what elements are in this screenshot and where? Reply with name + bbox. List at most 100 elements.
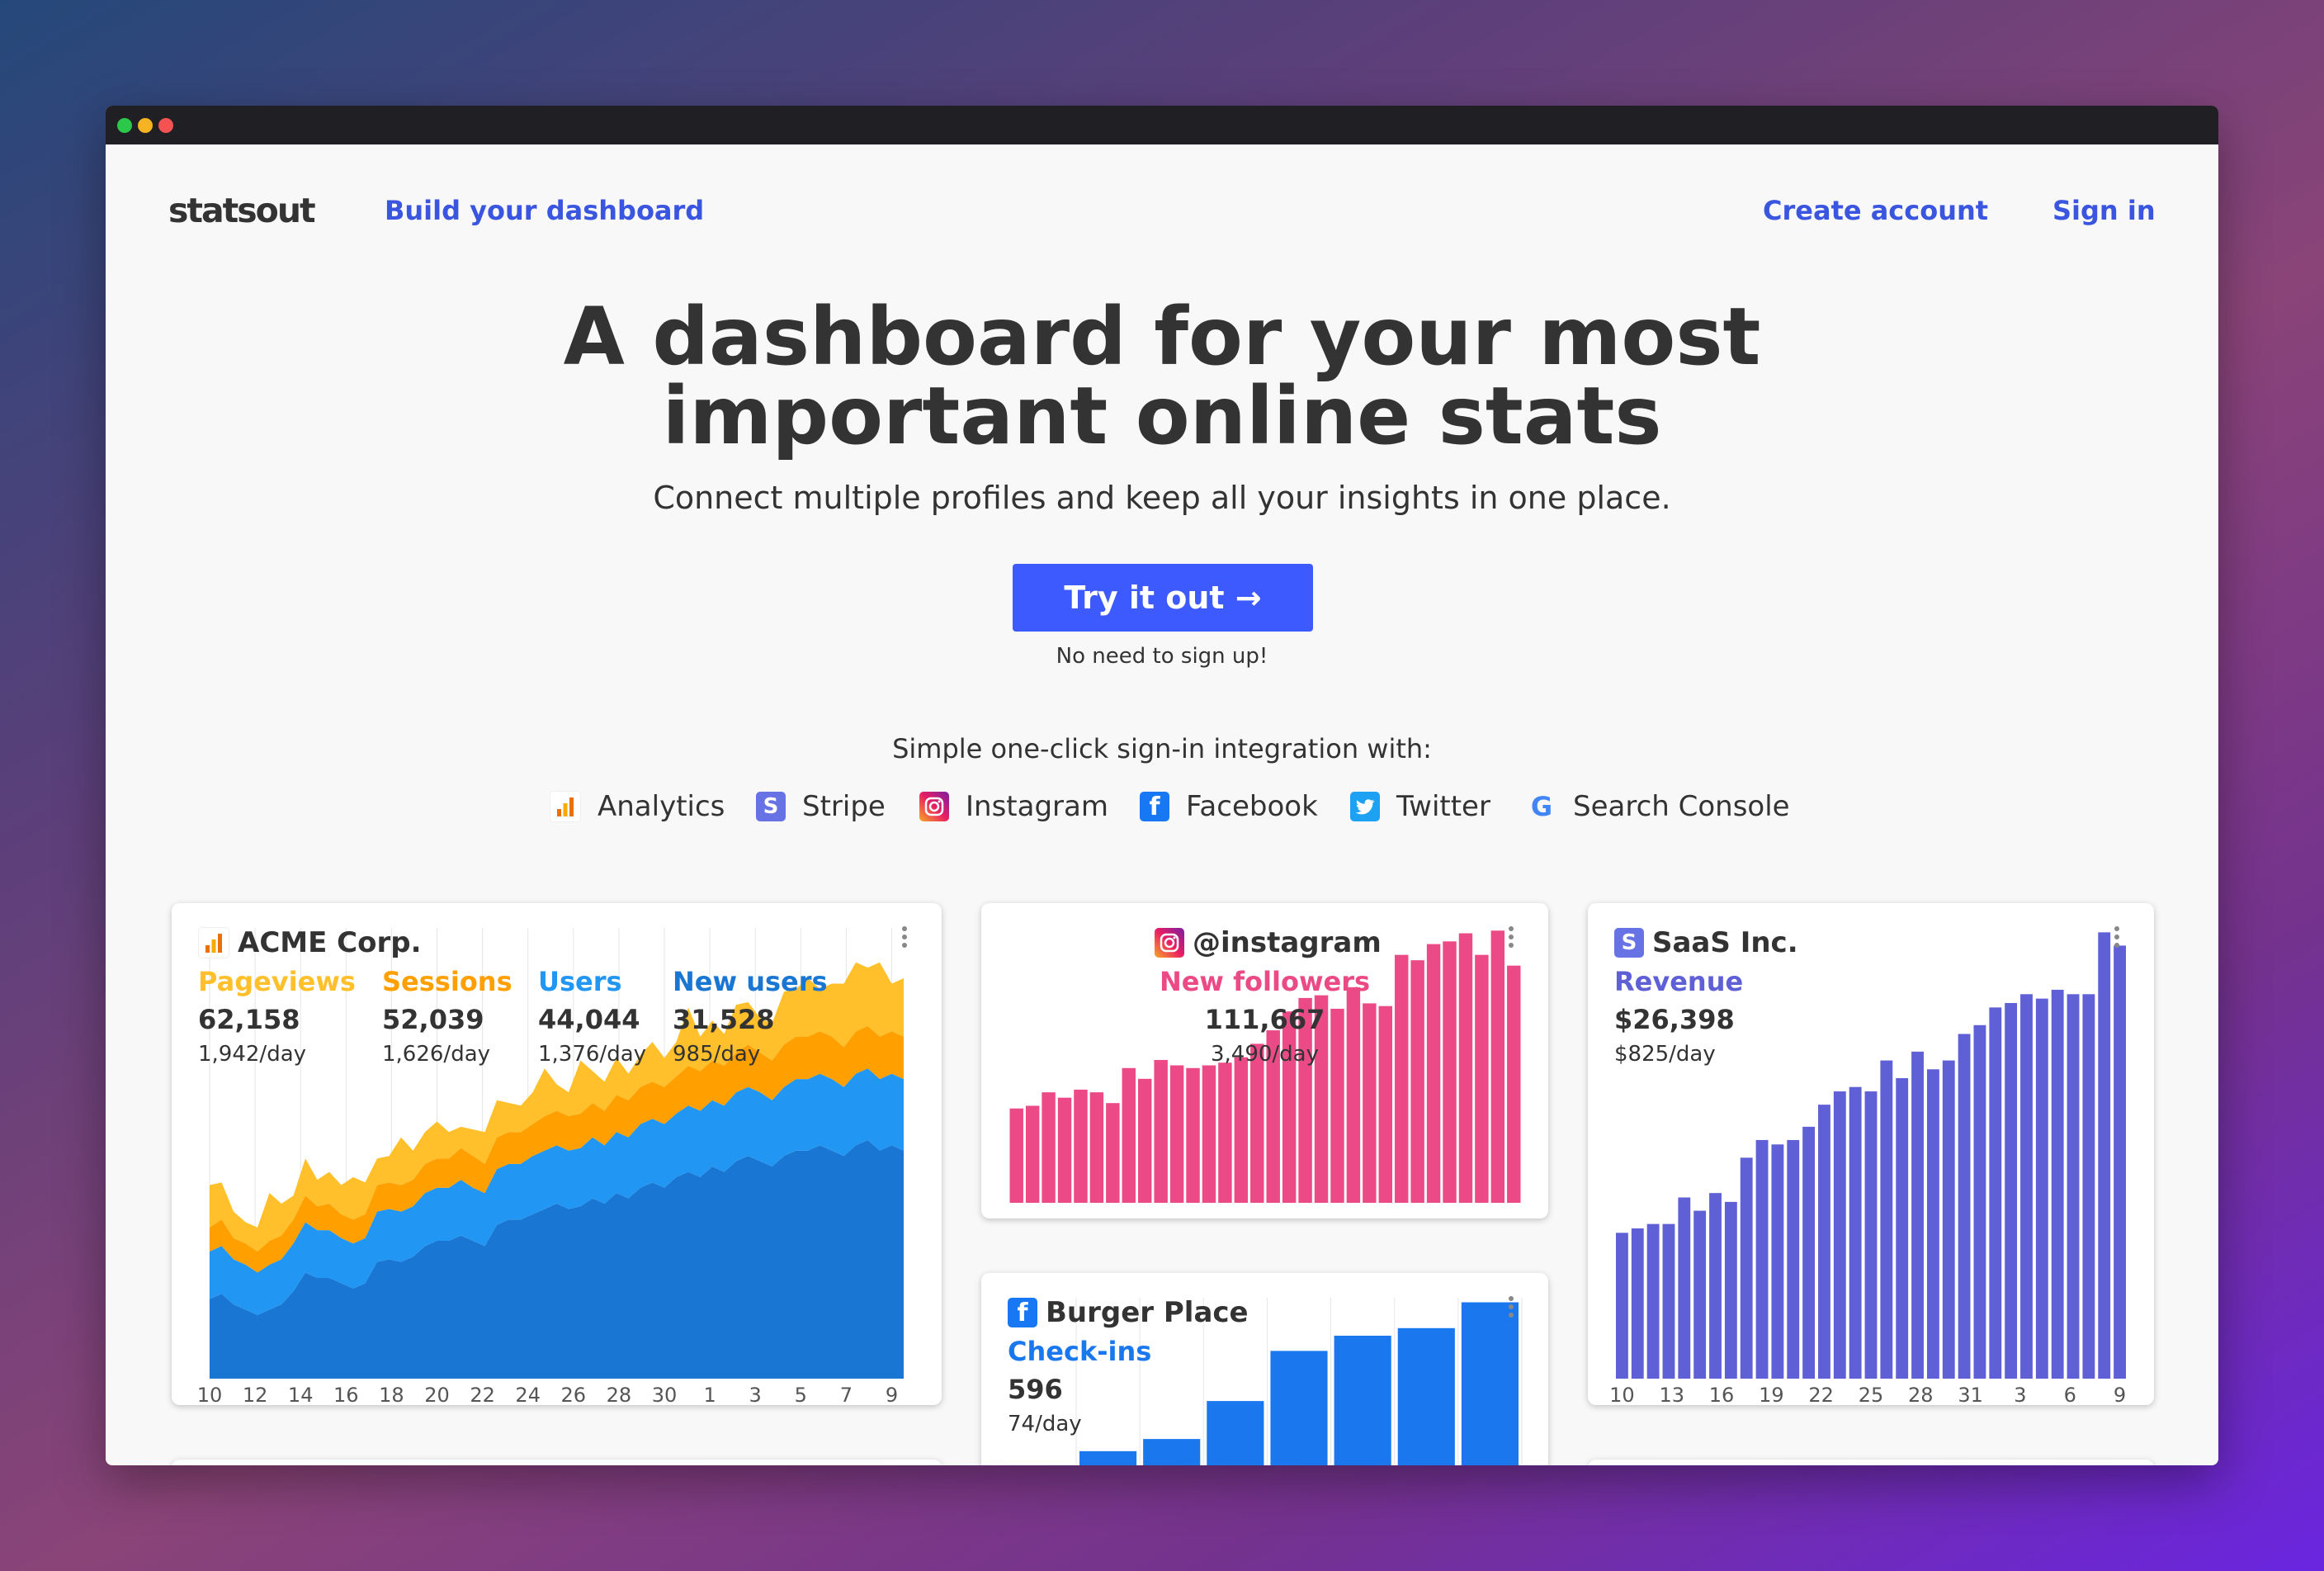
acme-card-menu[interactable]	[902, 926, 909, 951]
saas-bar	[1616, 1233, 1628, 1379]
saas-bar	[2114, 945, 2126, 1379]
saas-title-text: SaaS Inc.	[1652, 926, 1798, 959]
integration-label: Instagram	[966, 790, 1108, 823]
saas-card-menu[interactable]	[2114, 926, 2121, 951]
saas-bar	[1709, 1193, 1722, 1379]
no-signup-note: No need to sign up!	[1056, 644, 1268, 669]
saas-bar	[1880, 1060, 1893, 1379]
build-dashboard-link[interactable]: Build your dashboard	[385, 195, 704, 226]
metric-value: 111,667	[1204, 1004, 1325, 1035]
burger-card-title: f Burger Place	[1008, 1296, 1249, 1329]
saas-bar	[1849, 1086, 1862, 1379]
metric-label: Pageviews	[198, 966, 356, 997]
logo[interactable]: statsout	[168, 191, 316, 230]
saas-bar	[2005, 1003, 2018, 1379]
saas-card[interactable]: 10 13 16 19 22 25 28 31 3 6 9 S SaaS Inc. Revenue …	[1588, 903, 2154, 1405]
create-account-link[interactable]: Create account	[1763, 195, 1988, 226]
saas-bar	[2020, 994, 2033, 1379]
burger-bar	[1334, 1336, 1391, 1465]
acme-x-tick-label: 12	[243, 1384, 268, 1405]
metric-rate: 985/day	[673, 1042, 761, 1067]
integration-label: Search Console	[1573, 790, 1790, 823]
saas-x-tick-label: 13	[1659, 1384, 1684, 1405]
instagram-bar	[1074, 1089, 1088, 1203]
metric-rate: 3,490/day	[1210, 1042, 1319, 1067]
stripe-icon: S	[756, 792, 786, 821]
saas-bar	[1755, 1139, 1769, 1379]
hero-subtitle: Connect multiple profiles and keep all y…	[653, 480, 1671, 516]
instagram-bar	[1234, 1057, 1249, 1203]
burger-bar	[1270, 1351, 1328, 1465]
instagram-bar	[1122, 1067, 1136, 1203]
stripe-icon: S	[1614, 928, 1644, 958]
top-navigation: statsout Build your dashboard Create acc…	[106, 144, 2218, 265]
integration-search-console: G Search Console	[1527, 788, 1790, 826]
saas-bar	[1662, 1223, 1675, 1379]
instagram-bar	[1025, 1105, 1040, 1203]
acme-x-tick-label: 10	[197, 1384, 223, 1405]
hero-title-line-2: important online stats	[662, 370, 1662, 462]
google-icon: G	[1530, 791, 1553, 822]
analytics-icon	[550, 791, 581, 822]
twitter-icon	[1350, 792, 1380, 821]
try-it-out-button[interactable]: Try it out →	[1013, 564, 1313, 632]
burger-title-text: Burger Place	[1046, 1296, 1249, 1329]
acme-x-tick-label: 16	[333, 1384, 359, 1405]
sign-in-link[interactable]: Sign in	[2052, 195, 2156, 226]
saas-bar	[1896, 1078, 1909, 1379]
partial-card-bottom-left	[172, 1460, 942, 1465]
instagram-bar	[1138, 1078, 1152, 1203]
burger-bar	[1143, 1439, 1201, 1465]
metric-value: $26,398	[1614, 1004, 1735, 1035]
saas-bar	[1771, 1144, 1784, 1379]
saas-x-tick-label: 9	[2114, 1384, 2126, 1405]
instagram-card-menu[interactable]	[1509, 926, 1515, 951]
metric-value: 52,039	[382, 1004, 484, 1035]
facebook-icon: f	[1140, 792, 1169, 821]
integration-label: Analytics	[598, 790, 725, 823]
acme-metric-pageviews: Pageviews 62,158 1,942/day	[198, 966, 356, 1067]
instagram-icon	[1155, 928, 1184, 958]
saas-x-tick-label: 28	[1908, 1384, 1934, 1405]
metric-value: 62,158	[198, 1004, 300, 1035]
saas-x-tick-label: 22	[1808, 1384, 1834, 1405]
saas-x-tick-label: 16	[1709, 1384, 1735, 1405]
analytics-icon	[198, 927, 229, 958]
instagram-bar	[1169, 1065, 1184, 1203]
instagram-bar	[1009, 1108, 1023, 1203]
metric-value: 44,044	[538, 1004, 640, 1035]
saas-bar	[1724, 1201, 1737, 1379]
maximize-window-dot[interactable]	[117, 118, 132, 133]
metric-rate: 1,626/day	[382, 1042, 491, 1067]
metric-value: 31,528	[673, 1004, 775, 1035]
saas-bar	[1678, 1197, 1691, 1379]
acme-metric-sessions: Sessions 52,039 1,626/day	[382, 966, 513, 1067]
acme-x-tick-label: 26	[561, 1384, 587, 1405]
burger-bar	[1207, 1401, 1264, 1465]
instagram-bar	[1154, 1059, 1168, 1203]
instagram-bar	[1250, 1043, 1264, 1203]
saas-bar	[1787, 1139, 1800, 1379]
burger-bar	[1461, 1302, 1519, 1465]
saas-card-title: S SaaS Inc.	[1614, 926, 1798, 959]
saas-bar	[1693, 1210, 1707, 1379]
acme-metric-users: Users 44,044 1,376/day	[538, 966, 646, 1067]
burger-bar	[1079, 1450, 1137, 1465]
integration-analytics: Analytics	[550, 788, 725, 826]
metric-rate: 1,942/day	[198, 1042, 307, 1067]
acme-title-text: ACME Corp.	[238, 926, 422, 959]
metric-rate: $825/day	[1614, 1042, 1716, 1067]
instagram-card[interactable]: @instagram New followers 111,667 3,490/d…	[981, 903, 1548, 1218]
burger-bar	[1397, 1327, 1455, 1465]
burger-card-menu[interactable]	[1509, 1296, 1515, 1321]
close-window-dot[interactable]	[158, 118, 173, 133]
acme-x-tick-label: 5	[795, 1384, 807, 1405]
saas-bar	[1942, 1060, 1955, 1379]
instagram-bar	[1218, 1062, 1232, 1203]
minimize-window-dot[interactable]	[138, 118, 153, 133]
integration-label: Facebook	[1186, 790, 1318, 823]
saas-bar	[2067, 994, 2080, 1379]
acme-card[interactable]: 10 12 14 16 18 20 22 24 26 28 30 1 3 5 7 9 ACME Corp. P…	[172, 903, 942, 1405]
integration-twitter: Twitter	[1350, 788, 1490, 826]
burger-card[interactable]: f Burger Place Check-ins 596 74/day	[981, 1273, 1548, 1465]
